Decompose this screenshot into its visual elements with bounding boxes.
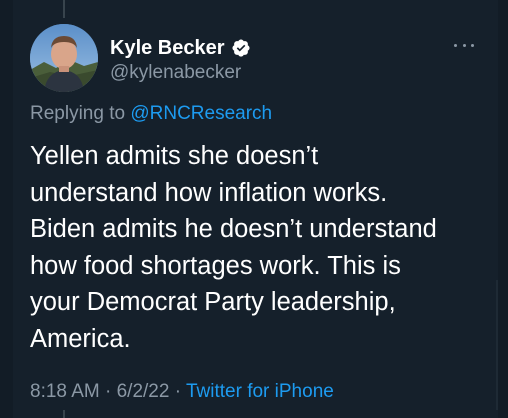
- ellipsis-icon[interactable]: [454, 38, 474, 52]
- replying-to-link[interactable]: @RNCResearch: [130, 103, 272, 124]
- display-name[interactable]: Kyle Becker: [110, 36, 225, 60]
- user-handle[interactable]: @kylenabecker: [110, 62, 241, 84]
- thread-line-top: [63, 0, 65, 18]
- tweet-card: Kyle Becker @kylenabecker Replying to @R…: [0, 0, 508, 418]
- replying-to-label: Replying to: [30, 103, 131, 124]
- author-name-row[interactable]: Kyle Becker: [110, 36, 251, 60]
- replying-to: Replying to @RNCResearch: [30, 102, 272, 126]
- thread-line-bottom: [63, 410, 65, 418]
- profile-photo-icon: [30, 24, 98, 92]
- avatar[interactable]: [30, 24, 98, 92]
- ellipsis-dot: [454, 43, 457, 47]
- frame-border-left: [0, 0, 13, 418]
- ellipsis-dot: [462, 43, 466, 47]
- scroll-edge: [496, 280, 498, 410]
- frame-border-right: [498, 0, 508, 418]
- tweet-time[interactable]: 8:18 AM: [30, 381, 100, 402]
- meta-separator: ·: [99, 381, 117, 402]
- meta-separator: ·: [169, 381, 186, 402]
- tweet-date[interactable]: 6/2/22: [117, 381, 170, 402]
- tweet-meta: 8:18 AM · 6/2/22 · Twitter for iPhone: [30, 380, 334, 404]
- ellipsis-dot: [471, 43, 474, 47]
- tweet-text: Yellen admits she doesn’t understand how…: [30, 142, 437, 353]
- tweet-source-link[interactable]: Twitter for iPhone: [186, 381, 334, 402]
- verified-badge-icon: [231, 38, 251, 58]
